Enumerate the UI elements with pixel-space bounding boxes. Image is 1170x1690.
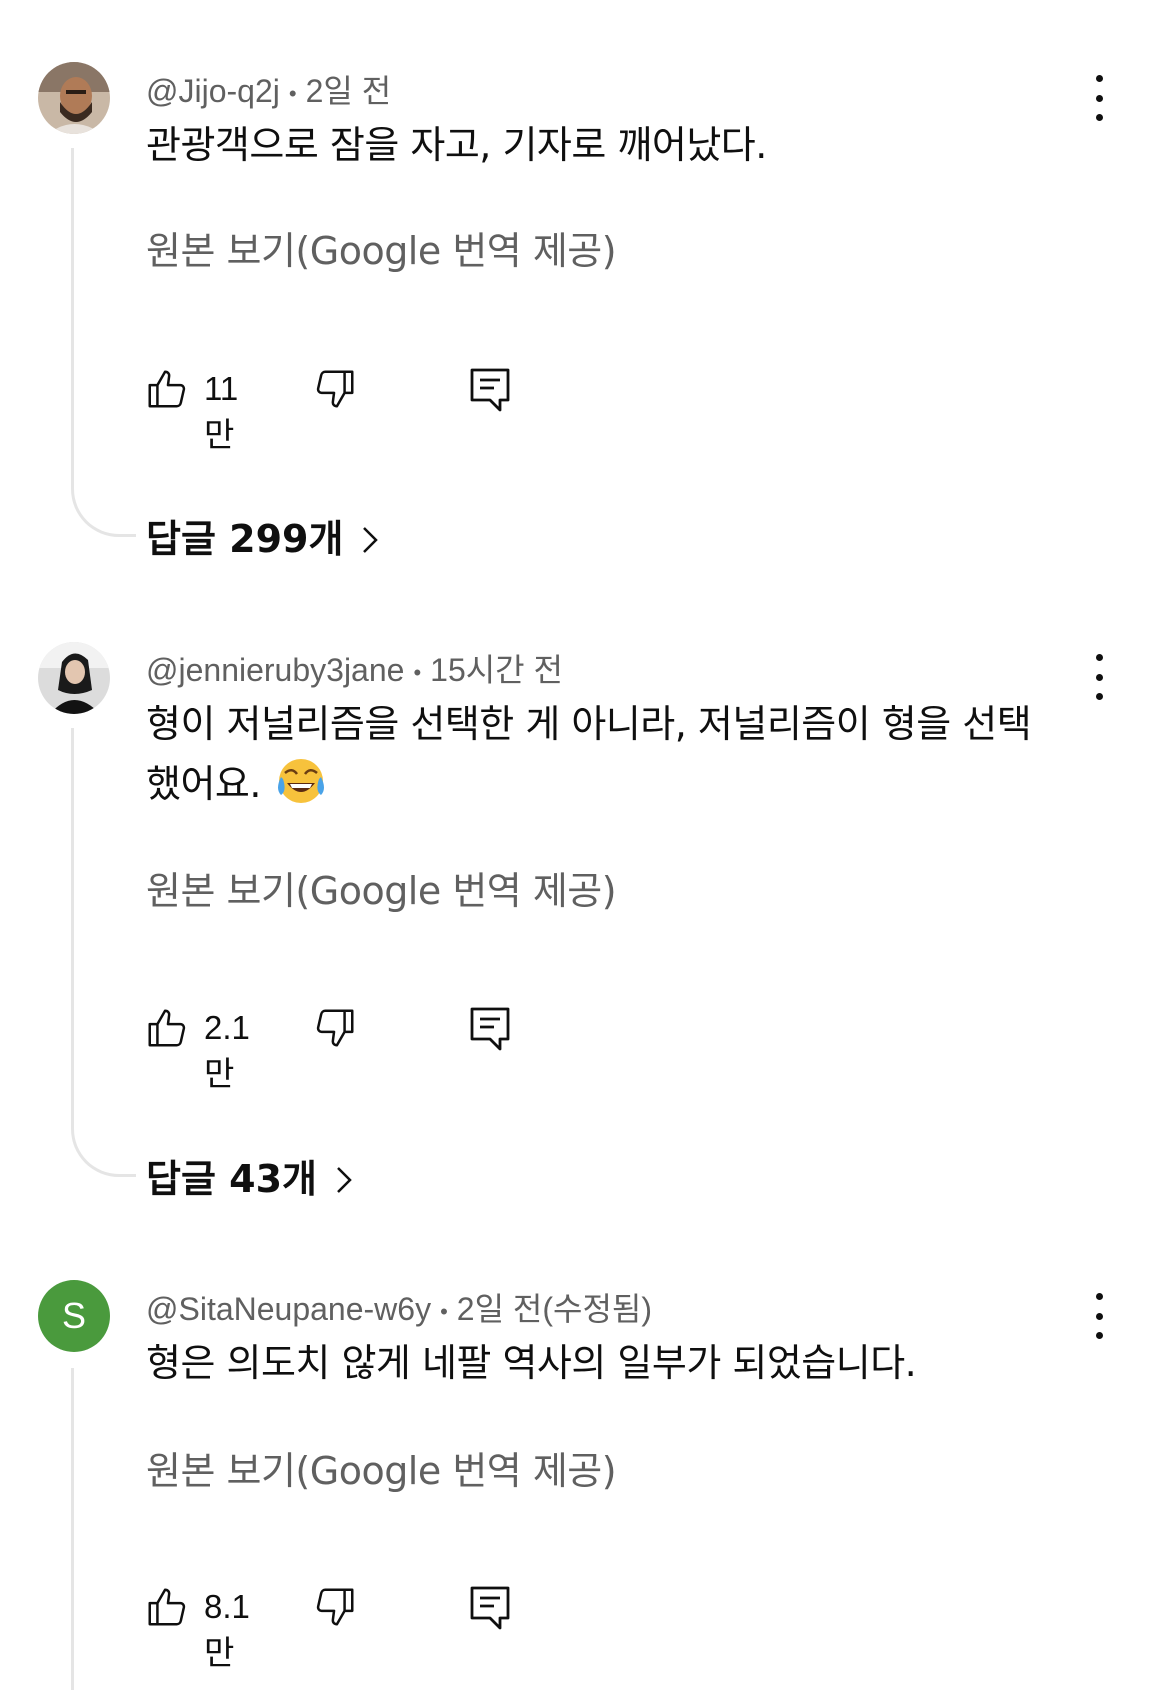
thumbs-down-icon[interactable] [312, 1584, 358, 1634]
author-name[interactable]: @jennieruby3jane [146, 652, 404, 688]
see-original-link[interactable]: 원본 보기(Google 번역 제공) [146, 1440, 617, 1495]
more-vertical-icon[interactable] [1086, 654, 1112, 700]
avatar[interactable]: S [38, 1280, 110, 1352]
see-original-link[interactable]: 원본 보기(Google 번역 제공) [146, 220, 617, 275]
comment-meta: @jennieruby3jane • 15시간 전 [146, 645, 563, 691]
like-count: 8.1만 [204, 1588, 250, 1671]
author-name[interactable]: @Jijo-q2j [146, 73, 280, 109]
chevron-right-icon [335, 1160, 353, 1204]
like-count: 11만 [204, 370, 239, 453]
comment-text: 형이 저널리즘을 선택한 게 아니라, 저널리즘이 형을 선택 했어요. [146, 694, 1076, 814]
comment-reply-icon[interactable] [468, 1584, 512, 1636]
comment-text: 형은 의도치 않게 네팔 역사의 일부가 되었습니다. [146, 1341, 917, 1385]
comment-meta: @Jijo-q2j • 2일 전 [146, 66, 391, 112]
thumbs-down-icon[interactable] [312, 1005, 358, 1055]
comment-reply-icon[interactable] [468, 1005, 512, 1057]
separator-dot: • [288, 80, 297, 106]
replies-label: 답글 299개 [146, 517, 344, 561]
timestamp[interactable]: 15시간 전 [430, 652, 563, 688]
view-replies-button[interactable]: 답글 43개 [146, 1148, 353, 1204]
replies-label: 답글 43개 [146, 1157, 317, 1201]
comment-text-line: 했어요. [146, 754, 1076, 814]
thumbs-down-icon[interactable] [312, 366, 358, 416]
comment-text: 관광객으로 잠을 자고, 기자로 깨어났다. [146, 123, 767, 167]
thread-line [71, 728, 136, 1177]
avatar[interactable] [38, 62, 110, 134]
thumbs-up-icon[interactable] [144, 366, 190, 416]
thumbs-up-icon[interactable] [144, 1584, 190, 1634]
thread-line [71, 148, 136, 537]
view-replies-button[interactable]: 답글 299개 [146, 508, 379, 564]
thread-line [71, 1368, 136, 1690]
author-name[interactable]: @SitaNeupane-w6y [146, 1291, 431, 1327]
separator-dot: • [413, 659, 422, 685]
thumbs-up-icon[interactable] [144, 1005, 190, 1055]
more-vertical-icon[interactable] [1086, 75, 1112, 121]
laughing-emoji [275, 755, 327, 807]
like-count: 2.1만 [204, 1009, 250, 1092]
see-original-link[interactable]: 원본 보기(Google 번역 제공) [146, 860, 617, 915]
more-vertical-icon[interactable] [1086, 1293, 1112, 1339]
timestamp[interactable]: 2일 전 [306, 73, 392, 109]
comment-reply-icon[interactable] [468, 366, 512, 418]
comment-text-line: 형이 저널리즘을 선택한 게 아니라, 저널리즘이 형을 선택 [146, 702, 1032, 746]
timestamp[interactable]: 2일 전(수정됨) [457, 1291, 652, 1327]
separator-dot: • [440, 1298, 448, 1324]
comment-meta: @SitaNeupane-w6y • 2일 전(수정됨) [146, 1284, 652, 1330]
chevron-right-icon [361, 520, 379, 564]
avatar-letter: S [61, 1295, 86, 1336]
comment-text-line-2: 했어요. [146, 762, 261, 806]
avatar[interactable] [38, 642, 110, 714]
